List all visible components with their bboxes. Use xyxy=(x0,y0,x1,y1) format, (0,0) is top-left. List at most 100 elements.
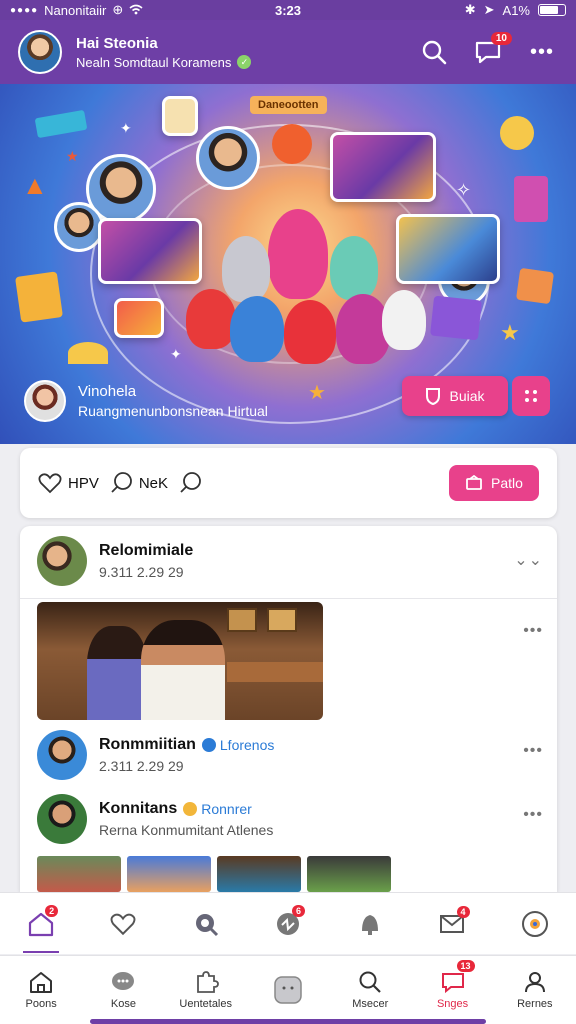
star-icon: ★ xyxy=(308,382,326,404)
chat-bubble-icon xyxy=(112,972,135,990)
sync-icon: ⊕ xyxy=(112,2,124,17)
bell-icon xyxy=(362,914,379,935)
wifi-icon xyxy=(129,3,143,18)
author-badge: Ronnrer xyxy=(201,801,252,817)
nav-profile[interactable]: Rernes xyxy=(494,956,576,1024)
sparkle-icon: ✦ xyxy=(170,346,182,362)
create-post-button[interactable]: Patlo xyxy=(449,465,539,501)
photo-card xyxy=(162,96,198,136)
owner-avatar xyxy=(24,380,66,422)
nav-search[interactable]: Msecer xyxy=(329,956,411,1024)
photo-thumbnail[interactable] xyxy=(307,856,391,892)
heart-icon xyxy=(110,913,136,935)
child-figure xyxy=(330,236,378,300)
tab-alerts[interactable] xyxy=(329,911,411,937)
sparkle-icon: ✦ xyxy=(120,120,132,136)
verified-badge-icon xyxy=(201,738,216,752)
photo-strip xyxy=(37,856,391,892)
ticket-sticker xyxy=(34,109,88,139)
community-description: Ruangmenunbonsnean Hirtual xyxy=(78,403,268,419)
nav-home[interactable]: Poons xyxy=(0,956,82,1024)
member-photo xyxy=(54,202,104,252)
comment-icon xyxy=(111,472,132,493)
notification-badge: 10 xyxy=(490,32,512,45)
nav-members[interactable]: Uentetales xyxy=(165,956,247,1024)
battery-percent: A1% xyxy=(502,2,530,18)
nav-chat[interactable]: Kose xyxy=(82,956,164,1024)
shield-icon xyxy=(426,388,441,405)
nav-label: Msecer xyxy=(352,998,389,1010)
tab-favorites[interactable] xyxy=(82,912,164,936)
community-banner[interactable]: Daneootten ▲ ✦ ✦ ★ ★ ★ ✧ Vinohela Ruangm… xyxy=(0,84,576,444)
child-figure xyxy=(268,209,328,299)
child-figure xyxy=(284,300,336,364)
wall-frame xyxy=(227,608,257,632)
comment-label: NeK xyxy=(138,474,169,492)
building-sticker xyxy=(514,176,548,222)
more-icon: ••• xyxy=(529,40,554,63)
author-avatar xyxy=(37,730,87,780)
join-label: Buiak xyxy=(449,388,485,404)
post-header[interactable]: Konnitans Ronnrer Rerna Konmumitant Atle… xyxy=(37,794,273,844)
join-button[interactable]: Buiak xyxy=(402,376,508,416)
nav-messages[interactable]: 13 Snges xyxy=(411,956,493,1024)
post-options-icon[interactable]: ••• xyxy=(523,742,543,760)
profile-avatar[interactable] xyxy=(18,30,62,74)
member-photo xyxy=(196,126,260,190)
post-header[interactable]: Relomimiale 9.311 2.29 29 xyxy=(37,536,193,586)
status-bar: ●●●● Nanonitaiir ⊕ 3:23 ✱ ➤ A1% xyxy=(0,0,576,20)
feature-tab-bar: 2 6 4 xyxy=(0,892,576,954)
sticker xyxy=(515,267,555,305)
post-options-icon[interactable]: ⌄⌄ xyxy=(514,550,543,570)
post-header[interactable]: Ronmmiitian Lforenos 2.311 2.29 29 xyxy=(37,730,274,780)
search-icon xyxy=(422,40,447,65)
wall-frame xyxy=(267,608,297,632)
moon-icon xyxy=(500,116,534,150)
tab-home[interactable]: 2 xyxy=(0,904,82,953)
star-icon: ★ xyxy=(500,320,520,345)
tab-explore[interactable] xyxy=(165,911,247,937)
search-icon xyxy=(359,971,382,993)
nav-label: Uentetales xyxy=(179,998,232,1010)
tab-badge: 4 xyxy=(456,905,470,918)
tab-badge: 2 xyxy=(45,904,59,917)
search-icon xyxy=(180,472,201,493)
post-image[interactable] xyxy=(37,602,323,720)
nav-center[interactable] xyxy=(247,956,329,1024)
like-label: HPV xyxy=(68,474,99,492)
nav-badge: 13 xyxy=(456,960,475,972)
compose-icon xyxy=(466,475,482,490)
message-icon xyxy=(441,973,464,994)
nav-label: Rernes xyxy=(517,998,553,1010)
photo-thumbnail[interactable] xyxy=(127,856,211,892)
photo-thumbnail[interactable] xyxy=(37,856,121,892)
puzzle-icon xyxy=(196,971,219,993)
banner-more-button[interactable] xyxy=(512,376,550,416)
tab-activity[interactable]: 6 xyxy=(247,904,329,937)
link-badge xyxy=(272,124,312,164)
nav-label: Poons xyxy=(25,998,57,1010)
photo-thumbnail[interactable] xyxy=(217,856,301,892)
person-figure xyxy=(87,626,147,720)
author-name: Konnitans xyxy=(99,800,178,817)
post-time: 2.311 2.29 29 xyxy=(99,758,184,774)
search-post-button[interactable] xyxy=(178,471,202,495)
tab-inbox[interactable]: 4 xyxy=(411,905,493,936)
header-title: Hai Steonia xyxy=(76,34,158,52)
user-icon xyxy=(524,972,545,993)
child-figure xyxy=(230,296,284,362)
post-options-icon[interactable]: ••• xyxy=(523,806,543,824)
messages-button[interactable]: 10 xyxy=(472,32,512,68)
author-name: Relomimiale xyxy=(99,542,194,559)
community-owner[interactable]: Vinohela Ruangmenunbonsnean Hirtual xyxy=(24,380,268,422)
home-icon xyxy=(30,972,53,993)
child-figure xyxy=(222,236,270,302)
menu-button[interactable]: ••• xyxy=(526,36,558,68)
bottom-nav: Poons Kose Uentetales Msecer 13 Snges Re… xyxy=(0,955,576,1024)
comment-button[interactable]: NeK xyxy=(109,471,168,495)
like-button[interactable]: HPV xyxy=(38,472,99,494)
post-description: Rerna Konmumitant Atlenes xyxy=(99,822,274,838)
image-options-icon[interactable]: ••• xyxy=(523,622,543,640)
search-button[interactable] xyxy=(418,36,450,68)
tab-profile-circle[interactable] xyxy=(494,910,576,938)
